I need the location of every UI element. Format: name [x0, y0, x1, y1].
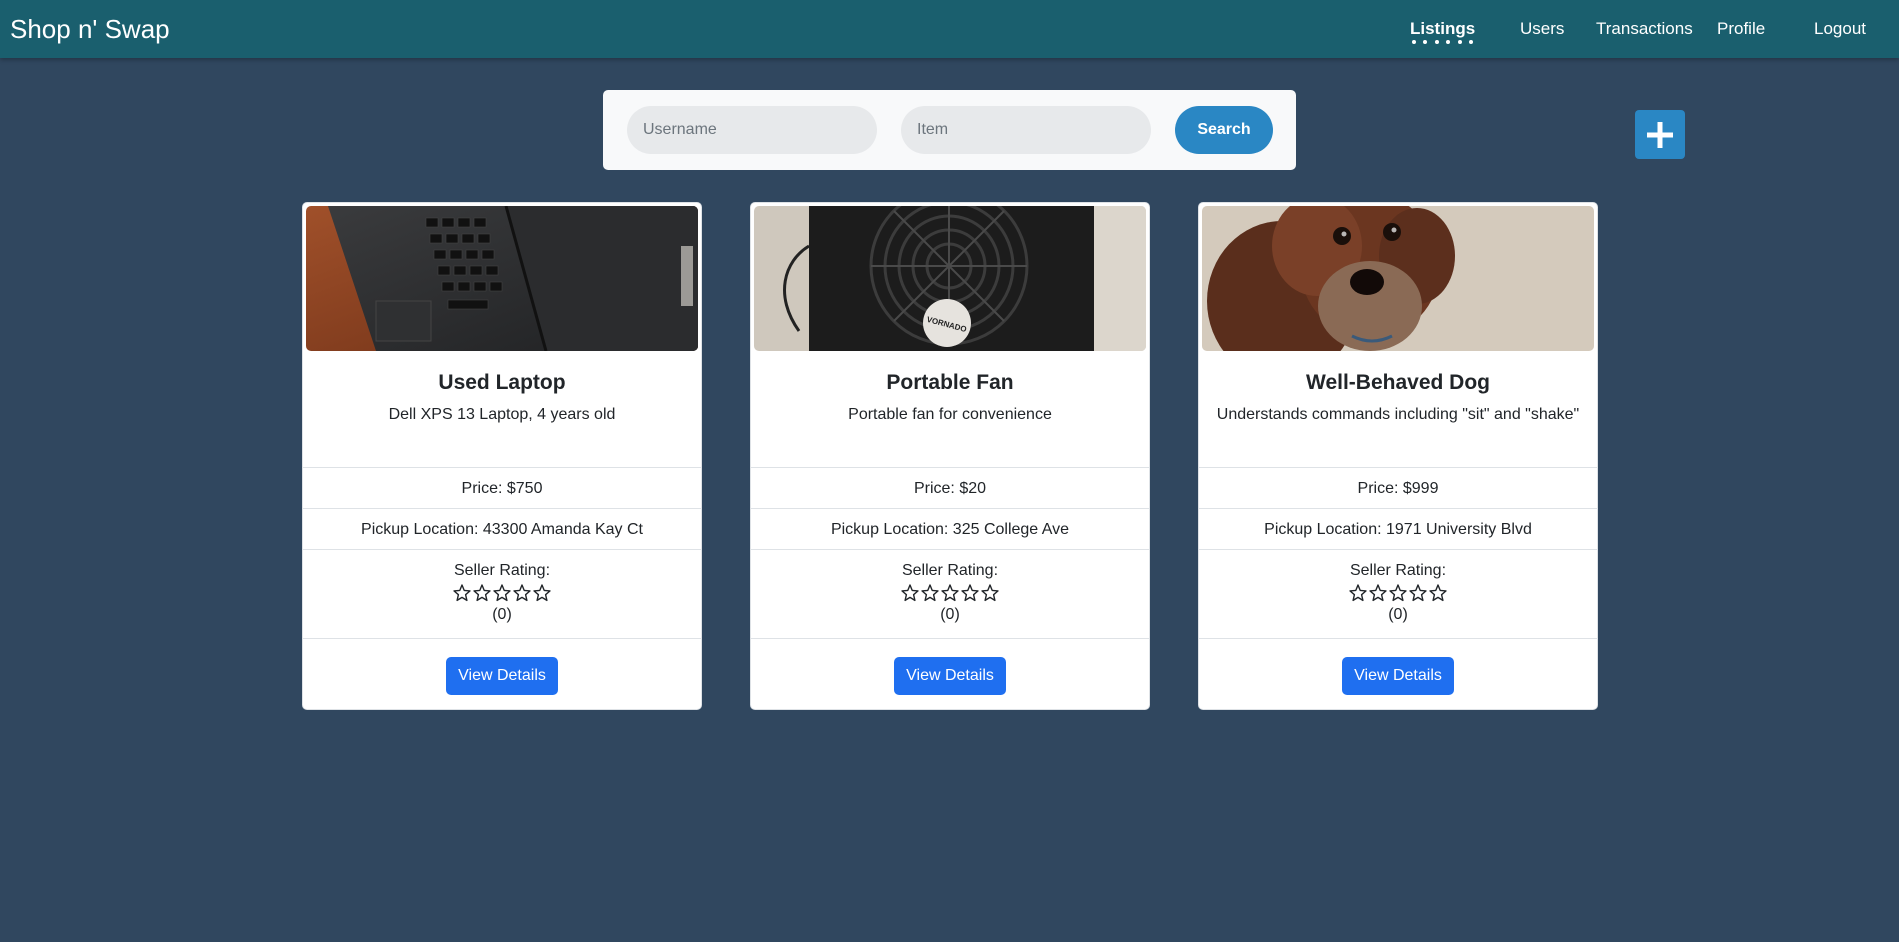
star-icon [1429, 584, 1447, 602]
rating-count: (0) [1388, 606, 1408, 623]
laptop-image [306, 206, 698, 351]
listing-card: Well-Behaved Dog Understands commands in… [1198, 202, 1598, 710]
star-icon [1389, 584, 1407, 602]
listing-price: Price: $999 [1199, 467, 1597, 508]
rating-count: (0) [492, 606, 512, 623]
seller-rating-label: Seller Rating: [901, 562, 999, 579]
listing-price: Price: $20 [751, 467, 1149, 508]
listing-description: Portable fan for convenience [848, 406, 1052, 423]
star-icon [493, 584, 511, 602]
rating-stars [303, 581, 701, 605]
star-icon [1349, 584, 1367, 602]
card-actions: View Details [1199, 638, 1597, 709]
listing-card: VORNADO Portable Fan Portable fan for co… [750, 202, 1150, 710]
star-icon [981, 584, 999, 602]
star-icon [941, 584, 959, 602]
dog-image [1202, 206, 1594, 351]
seller-rating: Seller Rating: (0) [751, 549, 1149, 638]
listing-title: Portable Fan [886, 371, 1014, 394]
star-icon [453, 584, 471, 602]
seller-rating: Seller Rating: (0) [303, 549, 701, 638]
nav-users[interactable]: Users [1520, 18, 1564, 40]
view-details-button[interactable]: View Details [1342, 657, 1454, 695]
rating-stars [751, 581, 1149, 605]
star-icon [961, 584, 979, 602]
listing-price: Price: $750 [303, 467, 701, 508]
item-search-input[interactable] [901, 106, 1151, 154]
nav-listings[interactable]: Listings [1410, 18, 1476, 44]
star-icon [473, 584, 491, 602]
star-icon [921, 584, 939, 602]
brand-title[interactable]: Shop n' Swap [10, 12, 170, 46]
star-icon [901, 584, 919, 602]
username-search-input[interactable] [627, 106, 877, 154]
listing-title: Well-Behaved Dog [1306, 371, 1490, 394]
plus-icon [1647, 122, 1673, 148]
listing-pickup-location: Pickup Location: 43300 Amanda Kay Ct [303, 508, 701, 549]
card-actions: View Details [751, 638, 1149, 709]
nav-logout[interactable]: Logout [1814, 18, 1866, 40]
listing-pickup-location: Pickup Location: 325 College Ave [751, 508, 1149, 549]
star-icon [533, 584, 551, 602]
star-icon [1369, 584, 1387, 602]
seller-rating-label: Seller Rating: [1349, 562, 1447, 579]
search-panel: Search [603, 90, 1296, 170]
nav-profile[interactable]: Profile [1717, 18, 1765, 40]
listing-pickup-location: Pickup Location: 1971 University Blvd [1199, 508, 1597, 549]
fan-image: VORNADO [754, 206, 1146, 351]
listing-title: Used Laptop [438, 371, 566, 394]
card-actions: View Details [303, 638, 701, 709]
add-listing-button[interactable] [1635, 110, 1685, 159]
listing-description: Understands commands including "sit" and… [1216, 406, 1580, 423]
active-indicator [1410, 40, 1475, 46]
rating-count: (0) [940, 606, 960, 623]
rating-stars [1199, 581, 1597, 605]
search-button[interactable]: Search [1175, 106, 1273, 154]
star-icon [513, 584, 531, 602]
top-navbar: Shop n' Swap Listings Users Transactions… [0, 0, 1899, 58]
view-details-button[interactable]: View Details [446, 657, 558, 695]
seller-rating-label: Seller Rating: [453, 562, 551, 579]
view-details-button[interactable]: View Details [894, 657, 1006, 695]
listing-card: Used Laptop Dell XPS 13 Laptop, 4 years … [302, 202, 702, 710]
listing-description: Dell XPS 13 Laptop, 4 years old [388, 406, 616, 423]
nav-transactions[interactable]: Transactions [1596, 18, 1693, 40]
seller-rating: Seller Rating: (0) [1199, 549, 1597, 638]
star-icon [1409, 584, 1427, 602]
nav-listings-label: Listings [1410, 19, 1476, 38]
